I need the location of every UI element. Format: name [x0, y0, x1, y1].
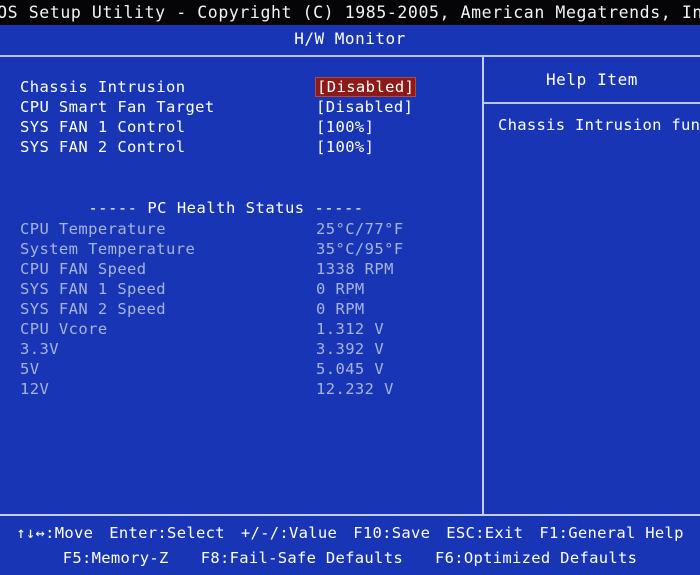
setting-row-value[interactable]: [100%]	[316, 138, 374, 156]
health-row-value: 25°C/77°F	[316, 220, 404, 238]
health-row-value: 0 RPM	[316, 280, 365, 298]
footer-key-hint: Enter:Select	[109, 523, 225, 542]
panel-bottom-divider	[0, 514, 700, 516]
health-row-label: CPU Vcore	[20, 320, 108, 338]
footer-key-hint: F1:General Help	[539, 523, 684, 542]
setting-row-label: SYS FAN 2 Control	[20, 138, 186, 156]
footer-key-hints: ↑↓↔:Move Enter:Select +/-/:Value F10:Save ES…	[0, 520, 700, 575]
health-row-label: 3.3V	[20, 340, 59, 358]
footer-key-hint: +/-/:Value	[240, 523, 338, 542]
gap-before-health-2	[0, 177, 482, 197]
health-row: SYS FAN 1 Speed 0 RPM	[0, 279, 482, 299]
health-row-label: 12V	[20, 380, 50, 398]
setting-row[interactable]: CPU Smart Fan Target [Disabled]	[0, 97, 482, 117]
setting-row-label: CPU Smart Fan Target	[20, 98, 215, 116]
footer-key-hint: F8:Fail-Safe Defaults	[200, 548, 403, 567]
help-panel-title: Help Item	[545, 70, 639, 89]
setting-row[interactable]: SYS FAN 2 Control [100%]	[0, 137, 482, 157]
health-row-label: SYS FAN 2 Speed	[20, 300, 166, 318]
health-row: System Temperature 35°C/95°F	[0, 239, 482, 259]
setting-row-value[interactable]: [Disabled]	[316, 98, 413, 116]
footer-key-hint: ESC:Exit	[446, 523, 524, 542]
list-top-spacer	[0, 57, 482, 77]
health-row-label: System Temperature	[20, 240, 196, 258]
health-row: 12V 12.232 V	[0, 379, 482, 399]
settings-list: Chassis Intrusion [Disabled] CPU Smart Fan…	[0, 57, 482, 399]
health-row: 5V 5.045 V	[0, 359, 482, 379]
setting-row-label: Chassis Intrusion	[20, 78, 186, 96]
health-row-label: SYS FAN 1 Speed	[20, 280, 166, 298]
health-row-value: 5.045 V	[316, 360, 385, 378]
health-row: CPU Vcore 1.312 V	[0, 319, 482, 339]
pc-health-status-group: CPU Temperature 25°C/77°F System Temperatu…	[0, 219, 482, 399]
footer-key-hint: F5:Memory-Z	[62, 548, 169, 567]
footer-key-hint: F10:Save	[353, 523, 431, 542]
health-row-value: 1338 RPM	[316, 260, 394, 278]
health-row-value: 1.312 V	[316, 320, 385, 338]
health-row-label: CPU FAN Speed	[20, 260, 147, 278]
setting-row[interactable]: Chassis Intrusion [Disabled]	[0, 77, 482, 97]
help-panel: Help Item Chassis Intrusion func	[484, 57, 700, 514]
health-row-value: 0 RPM	[316, 300, 365, 318]
bios-setup-screen: CMOS Setup Utility - Copyright (C) 1985-…	[0, 0, 700, 575]
utility-title: CMOS Setup Utility - Copyright (C) 1985-…	[0, 3, 700, 22]
pc-health-status-header: ----- PC Health Status -----	[88, 199, 364, 217]
setting-row[interactable]: SYS FAN 1 Control [100%]	[0, 117, 482, 137]
footer-line-1: ↑↓↔:Move Enter:Select +/-/:Value F10:Save ES…	[0, 520, 700, 545]
health-row: CPU FAN Speed 1338 RPM	[0, 259, 482, 279]
footer-key-hint: ↑↓↔:Move	[16, 523, 94, 542]
editable-settings-group: Chassis Intrusion [Disabled] CPU Smart Fan…	[0, 77, 482, 157]
page-subtitle-bar: H/W Monitor	[0, 25, 700, 51]
health-row: 3.3V 3.392 V	[0, 339, 482, 359]
health-row-value: 12.232 V	[316, 380, 394, 398]
health-row: CPU Temperature 25°C/77°F	[0, 219, 482, 239]
title-bar: CMOS Setup Utility - Copyright (C) 1985-…	[0, 0, 700, 25]
health-row-label: 5V	[20, 360, 40, 378]
setting-row-value[interactable]: [Disabled]	[316, 78, 416, 96]
page-title: H/W Monitor	[294, 28, 406, 48]
gap-before-health	[0, 157, 482, 177]
health-row-value: 35°C/95°F	[316, 240, 404, 258]
health-row-value: 3.392 V	[316, 340, 385, 358]
health-row: SYS FAN 2 Speed 0 RPM	[0, 299, 482, 319]
setting-row-value[interactable]: [100%]	[316, 118, 374, 136]
footer-key-hint: F6:Optimized Defaults	[434, 548, 638, 567]
help-panel-text: Chassis Intrusion func	[498, 116, 700, 134]
footer-line-2: F5:Memory-Z F8:Fail-Safe Defaults F6:Optim…	[0, 545, 700, 570]
setting-row-label: SYS FAN 1 Control	[20, 118, 186, 136]
health-row-label: CPU Temperature	[20, 220, 166, 238]
